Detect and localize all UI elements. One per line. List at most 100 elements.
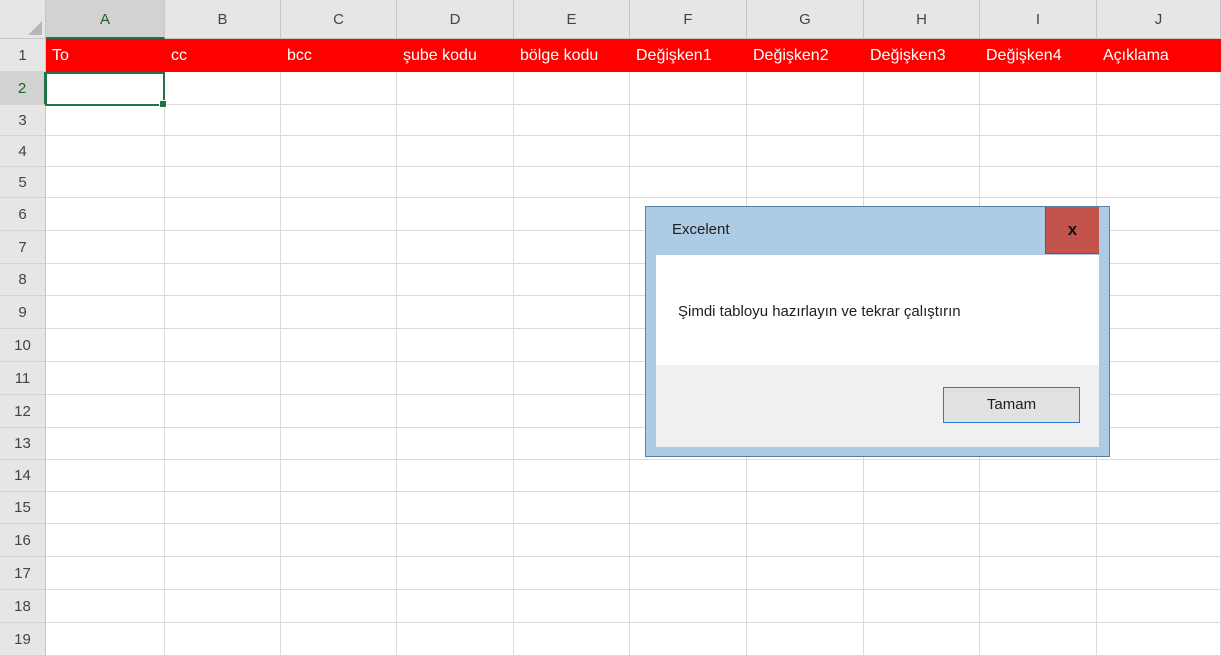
cell-h3[interactable] bbox=[864, 105, 980, 136]
header-cell-i1[interactable]: Değişken4 bbox=[980, 39, 1097, 72]
cell-d19[interactable] bbox=[397, 623, 514, 656]
cell-a13[interactable] bbox=[46, 428, 165, 460]
cell-f18[interactable] bbox=[630, 590, 747, 623]
cell-h14[interactable] bbox=[864, 460, 980, 492]
cell-a3[interactable] bbox=[46, 105, 165, 136]
cell-a6[interactable] bbox=[46, 198, 165, 231]
cell-f15[interactable] bbox=[630, 492, 747, 524]
row-header-1[interactable]: 1 bbox=[0, 39, 46, 72]
cell-i18[interactable] bbox=[980, 590, 1097, 623]
cell-j19[interactable] bbox=[1097, 623, 1221, 656]
cell-c2[interactable] bbox=[281, 72, 397, 105]
cell-a17[interactable] bbox=[46, 557, 165, 590]
cell-c10[interactable] bbox=[281, 329, 397, 362]
column-header-j[interactable]: J bbox=[1097, 0, 1221, 39]
cell-j3[interactable] bbox=[1097, 105, 1221, 136]
row-header-12[interactable]: 12 bbox=[0, 395, 46, 428]
header-cell-c1[interactable]: bcc bbox=[281, 39, 397, 72]
cell-e9[interactable] bbox=[514, 296, 630, 329]
cell-f5[interactable] bbox=[630, 167, 747, 198]
cell-h18[interactable] bbox=[864, 590, 980, 623]
cell-j9[interactable] bbox=[1097, 296, 1221, 329]
row-header-11[interactable]: 11 bbox=[0, 362, 46, 395]
cell-d16[interactable] bbox=[397, 524, 514, 557]
cell-e12[interactable] bbox=[514, 395, 630, 428]
cell-e13[interactable] bbox=[514, 428, 630, 460]
row-header-13[interactable]: 13 bbox=[0, 428, 46, 460]
cell-a19[interactable] bbox=[46, 623, 165, 656]
cell-b19[interactable] bbox=[165, 623, 281, 656]
cell-a7[interactable] bbox=[46, 231, 165, 264]
cell-e8[interactable] bbox=[514, 264, 630, 296]
cell-j12[interactable] bbox=[1097, 395, 1221, 428]
cell-a15[interactable] bbox=[46, 492, 165, 524]
cell-h15[interactable] bbox=[864, 492, 980, 524]
cell-a4[interactable] bbox=[46, 136, 165, 167]
cell-a14[interactable] bbox=[46, 460, 165, 492]
cell-e7[interactable] bbox=[514, 231, 630, 264]
cell-c14[interactable] bbox=[281, 460, 397, 492]
header-cell-j1[interactable]: Açıklama bbox=[1097, 39, 1221, 72]
cell-b18[interactable] bbox=[165, 590, 281, 623]
cell-e14[interactable] bbox=[514, 460, 630, 492]
cell-g15[interactable] bbox=[747, 492, 864, 524]
column-header-b[interactable]: B bbox=[165, 0, 281, 39]
cell-d7[interactable] bbox=[397, 231, 514, 264]
cell-b7[interactable] bbox=[165, 231, 281, 264]
column-header-d[interactable]: D bbox=[397, 0, 514, 39]
cell-e4[interactable] bbox=[514, 136, 630, 167]
cell-c18[interactable] bbox=[281, 590, 397, 623]
cell-c13[interactable] bbox=[281, 428, 397, 460]
column-header-f[interactable]: F bbox=[630, 0, 747, 39]
cell-d17[interactable] bbox=[397, 557, 514, 590]
cell-c5[interactable] bbox=[281, 167, 397, 198]
cell-a8[interactable] bbox=[46, 264, 165, 296]
cell-i14[interactable] bbox=[980, 460, 1097, 492]
cell-e17[interactable] bbox=[514, 557, 630, 590]
cell-b5[interactable] bbox=[165, 167, 281, 198]
cell-e16[interactable] bbox=[514, 524, 630, 557]
cell-a18[interactable] bbox=[46, 590, 165, 623]
cell-b2[interactable] bbox=[165, 72, 281, 105]
cell-b13[interactable] bbox=[165, 428, 281, 460]
cell-d8[interactable] bbox=[397, 264, 514, 296]
cell-c12[interactable] bbox=[281, 395, 397, 428]
cell-d11[interactable] bbox=[397, 362, 514, 395]
cell-d9[interactable] bbox=[397, 296, 514, 329]
row-header-14[interactable]: 14 bbox=[0, 460, 46, 492]
cell-j8[interactable] bbox=[1097, 264, 1221, 296]
cell-d12[interactable] bbox=[397, 395, 514, 428]
cell-b6[interactable] bbox=[165, 198, 281, 231]
cell-b15[interactable] bbox=[165, 492, 281, 524]
row-header-16[interactable]: 16 bbox=[0, 524, 46, 557]
cell-c4[interactable] bbox=[281, 136, 397, 167]
cell-j18[interactable] bbox=[1097, 590, 1221, 623]
cell-c6[interactable] bbox=[281, 198, 397, 231]
cell-h16[interactable] bbox=[864, 524, 980, 557]
cell-a5[interactable] bbox=[46, 167, 165, 198]
cell-g19[interactable] bbox=[747, 623, 864, 656]
cell-e3[interactable] bbox=[514, 105, 630, 136]
cell-b17[interactable] bbox=[165, 557, 281, 590]
cell-g18[interactable] bbox=[747, 590, 864, 623]
cell-e18[interactable] bbox=[514, 590, 630, 623]
cell-c3[interactable] bbox=[281, 105, 397, 136]
cell-b14[interactable] bbox=[165, 460, 281, 492]
column-header-a[interactable]: A bbox=[46, 0, 165, 39]
ok-button[interactable]: Tamam bbox=[943, 387, 1080, 423]
row-header-5[interactable]: 5 bbox=[0, 167, 46, 198]
row-header-3[interactable]: 3 bbox=[0, 105, 46, 136]
cell-f4[interactable] bbox=[630, 136, 747, 167]
cell-e19[interactable] bbox=[514, 623, 630, 656]
cell-h5[interactable] bbox=[864, 167, 980, 198]
row-header-15[interactable]: 15 bbox=[0, 492, 46, 524]
row-header-17[interactable]: 17 bbox=[0, 557, 46, 590]
cell-d5[interactable] bbox=[397, 167, 514, 198]
cell-d4[interactable] bbox=[397, 136, 514, 167]
cell-g2[interactable] bbox=[747, 72, 864, 105]
cell-j5[interactable] bbox=[1097, 167, 1221, 198]
cell-d14[interactable] bbox=[397, 460, 514, 492]
cell-d2[interactable] bbox=[397, 72, 514, 105]
row-header-2[interactable]: 2 bbox=[0, 72, 46, 105]
cell-f16[interactable] bbox=[630, 524, 747, 557]
